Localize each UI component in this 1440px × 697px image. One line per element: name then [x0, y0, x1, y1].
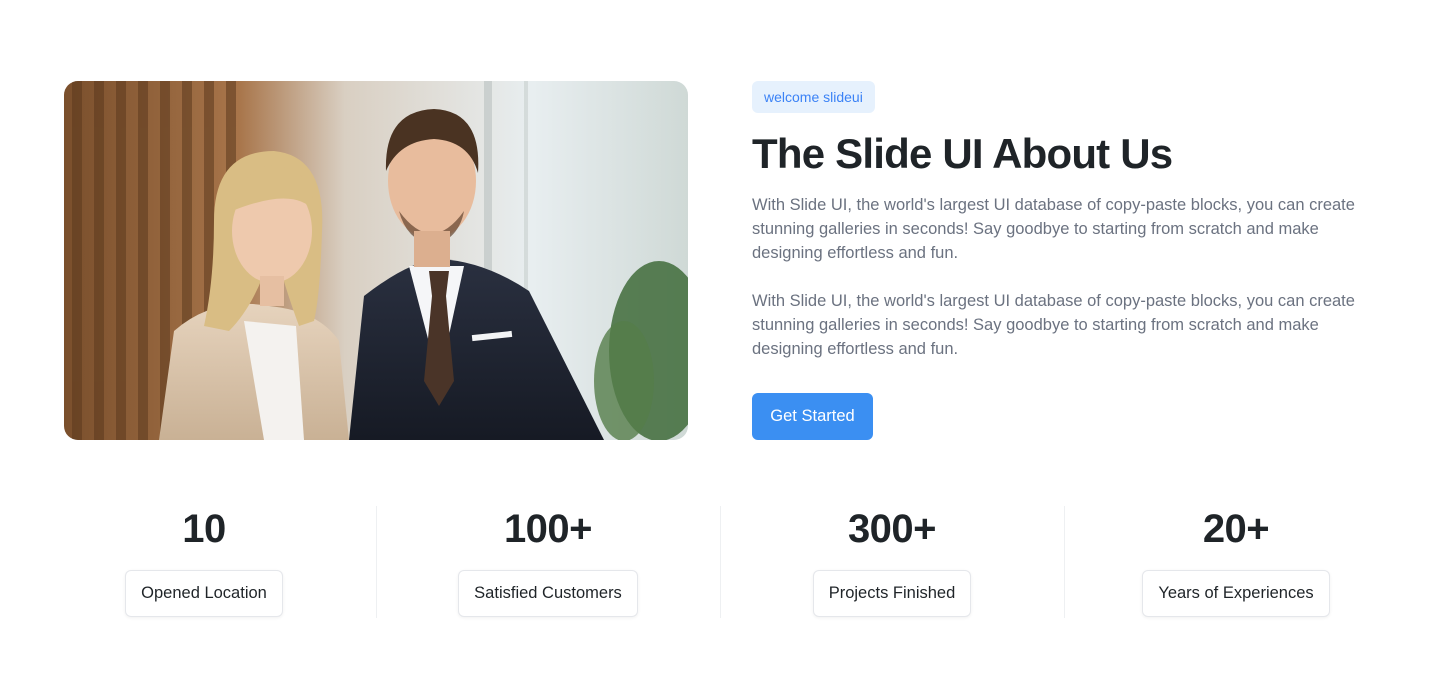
page-title: The Slide UI About Us [752, 130, 1173, 177]
stat-projects-finished: 300+ Projects Finished [720, 500, 1064, 620]
stat-opened-location: 10 Opened Location [32, 500, 376, 620]
stats-section: 10 Opened Location 100+ Satisfied Custom… [32, 500, 1408, 620]
stat-satisfied-customers: 100+ Satisfied Customers [376, 500, 720, 620]
stat-label: Years of Experiences [1142, 570, 1330, 617]
stat-label: Opened Location [125, 570, 283, 617]
stat-value: 100+ [503, 507, 593, 551]
welcome-badge: welcome slideui [752, 81, 875, 113]
hero-image [64, 81, 688, 440]
stat-value: 20+ [1202, 507, 1270, 551]
stat-value: 10 [182, 507, 226, 551]
stat-label: Projects Finished [812, 570, 972, 617]
get-started-button[interactable]: Get Started [752, 393, 873, 440]
stat-years-of-experiences: 20+ Years of Experiences [1064, 500, 1408, 620]
intro-paragraph-2: With Slide UI, the world's largest UI da… [752, 292, 1355, 358]
intro-paragraph-1: With Slide UI, the world's largest UI da… [752, 196, 1355, 262]
stat-label: Satisfied Customers [458, 570, 638, 617]
stat-value: 300+ [847, 507, 937, 551]
